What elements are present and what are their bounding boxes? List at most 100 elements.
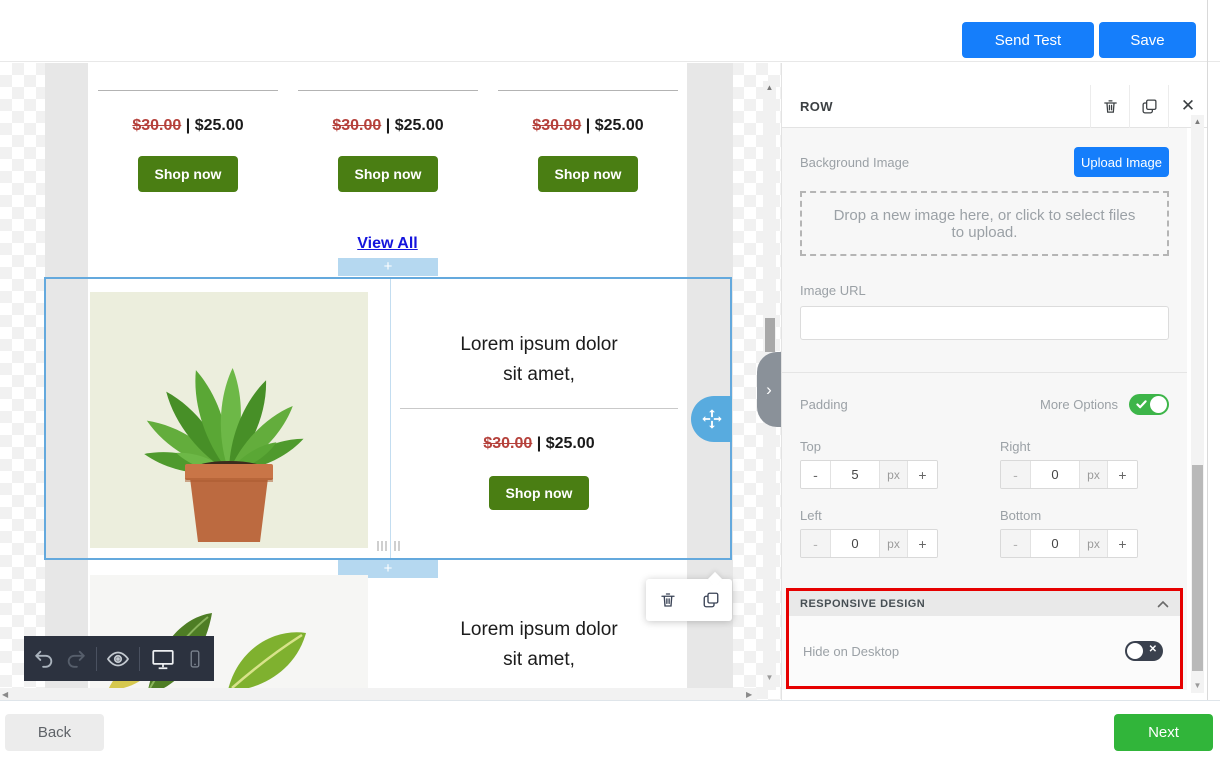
scroll-down-arrow[interactable]: ▼ (1191, 681, 1204, 690)
old-price: $30.00 (132, 117, 181, 134)
shop-now-button[interactable]: Shop now (338, 156, 438, 192)
product-column-3[interactable]: $30.00 | $25.00 Shop now (488, 63, 688, 263)
image-url-label: Image URL (800, 283, 866, 298)
text-line: sit amet, (400, 360, 678, 390)
responsive-design-header[interactable]: RESPONSIVE DESIGN (789, 591, 1180, 616)
hide-on-desktop-toggle[interactable]: ✕ (1125, 641, 1163, 661)
current-price: $25.00 (546, 435, 595, 452)
save-button[interactable]: Save (1099, 22, 1196, 58)
increment-button[interactable]: + (907, 530, 937, 557)
price-separator: | (186, 117, 190, 134)
panel-scrollbar-thumb[interactable] (1192, 465, 1203, 671)
scroll-up-arrow[interactable]: ▲ (763, 83, 776, 92)
bottom-row-text[interactable]: Lorem ipsum dolor sit amet, (400, 615, 678, 675)
decrement-button[interactable]: - (801, 461, 831, 488)
scroll-left-arrow[interactable]: ◀ (2, 690, 8, 699)
product-column-1[interactable]: $30.00 | $25.00 Shop now (88, 63, 288, 263)
undo-icon (33, 648, 55, 670)
text-line: sit amet, (400, 645, 678, 675)
dropzone-text: Drop a new image here, or click to selec… (828, 207, 1141, 241)
mobile-view-button[interactable] (185, 649, 205, 669)
undo-button[interactable] (33, 648, 55, 670)
decrement-button[interactable]: - (801, 530, 831, 557)
add-row-above-button[interactable]: + (338, 258, 438, 276)
panel-collapse-tab[interactable]: › (757, 352, 781, 427)
product-column-2[interactable]: $30.00 | $25.00 Shop now (288, 63, 488, 263)
delete-row-button[interactable] (659, 591, 677, 609)
more-options-label: More Options (1040, 397, 1118, 412)
duplicate-row-button[interactable] (702, 591, 720, 609)
toolbar-separator (139, 647, 140, 671)
decrement-button[interactable]: - (1001, 530, 1031, 557)
shop-now-button[interactable]: Shop now (489, 476, 589, 510)
padding-right-input[interactable] (1031, 461, 1079, 488)
image-url-input[interactable] (800, 306, 1169, 340)
padding-left-input[interactable] (831, 530, 879, 557)
desktop-view-button[interactable] (150, 646, 176, 672)
scroll-up-arrow[interactable]: ▲ (1191, 117, 1204, 126)
divider-line (298, 90, 478, 91)
redo-button[interactable] (65, 648, 87, 670)
top-toolbar: Send Test Save (0, 0, 1220, 62)
decrement-button[interactable]: - (1001, 461, 1031, 488)
price-separator: | (586, 117, 590, 134)
window-edge-divider (1207, 0, 1208, 700)
selected-row-text[interactable]: Lorem ipsum dolor sit amet, (400, 330, 678, 390)
view-all-link[interactable]: View All (357, 235, 417, 252)
chevron-right-icon: › (766, 380, 772, 400)
responsive-design-body: Hide on Desktop ✕ (789, 616, 1180, 686)
product-price: $30.00 | $25.00 (288, 117, 488, 135)
increment-button[interactable]: + (907, 461, 937, 488)
preview-button[interactable] (106, 647, 130, 671)
image-dropzone[interactable]: Drop a new image here, or click to selec… (800, 191, 1169, 256)
text-line: Lorem ipsum dolor (400, 330, 678, 360)
padding-label: Padding (800, 397, 848, 412)
upload-image-button[interactable]: Upload Image (1074, 147, 1169, 177)
column-divider (390, 279, 391, 558)
next-button[interactable]: Next (1114, 714, 1213, 751)
back-button[interactable]: Back (5, 714, 104, 751)
scroll-right-arrow[interactable]: ▶ (746, 690, 752, 699)
preview-toolbar (24, 636, 214, 681)
padding-top-input[interactable] (831, 461, 879, 488)
price-separator: | (537, 435, 541, 452)
padding-bottom-stepper: - px + (1000, 529, 1138, 558)
duplicate-icon (702, 591, 720, 609)
close-icon: ✕ (1181, 96, 1195, 116)
toolbar-separator (96, 647, 97, 671)
text-line: Lorem ipsum dolor (400, 615, 678, 645)
canvas-scrollbar-thumb[interactable] (765, 318, 775, 352)
padding-top-label: Top (800, 439, 821, 454)
toggle-knob (1150, 396, 1167, 413)
increment-button[interactable]: + (1107, 461, 1137, 488)
padding-bottom-input[interactable] (1031, 530, 1079, 557)
old-price: $30.00 (483, 435, 532, 452)
padding-right-label: Right (1000, 439, 1030, 454)
padding-left-stepper: - px + (800, 529, 938, 558)
scroll-down-arrow[interactable]: ▼ (763, 673, 776, 682)
more-options-toggle[interactable] (1129, 394, 1169, 415)
old-price: $30.00 (532, 117, 581, 134)
mobile-icon (185, 649, 205, 669)
responsive-design-title: RESPONSIVE DESIGN (800, 598, 1157, 610)
send-test-button[interactable]: Send Test (962, 22, 1094, 58)
delete-row-button[interactable] (1090, 85, 1129, 128)
chevron-up-icon (1157, 600, 1169, 608)
redo-icon (65, 648, 87, 670)
trash-icon (659, 591, 677, 609)
duplicate-row-button[interactable] (1129, 85, 1168, 128)
trash-icon (1102, 98, 1119, 115)
increment-button[interactable]: + (1107, 530, 1137, 557)
toggle-knob (1127, 643, 1143, 659)
shop-now-button[interactable]: Shop now (138, 156, 238, 192)
row-settings-panel: ROW ✕ Background Image Upload Image Drop… (781, 63, 1206, 700)
divider-line (400, 408, 678, 409)
column-resize-grip[interactable] (377, 541, 400, 551)
row-move-handle[interactable] (691, 396, 732, 442)
canvas-horizontal-scrollbar[interactable] (0, 688, 757, 700)
background-image-label: Background Image (800, 155, 909, 170)
move-icon (701, 408, 723, 430)
email-canvas[interactable]: $30.00 | $25.00 Shop now $30.00 | $25.00… (0, 63, 781, 700)
shop-now-button[interactable]: Shop now (538, 156, 638, 192)
plant-product-image[interactable] (90, 292, 368, 548)
